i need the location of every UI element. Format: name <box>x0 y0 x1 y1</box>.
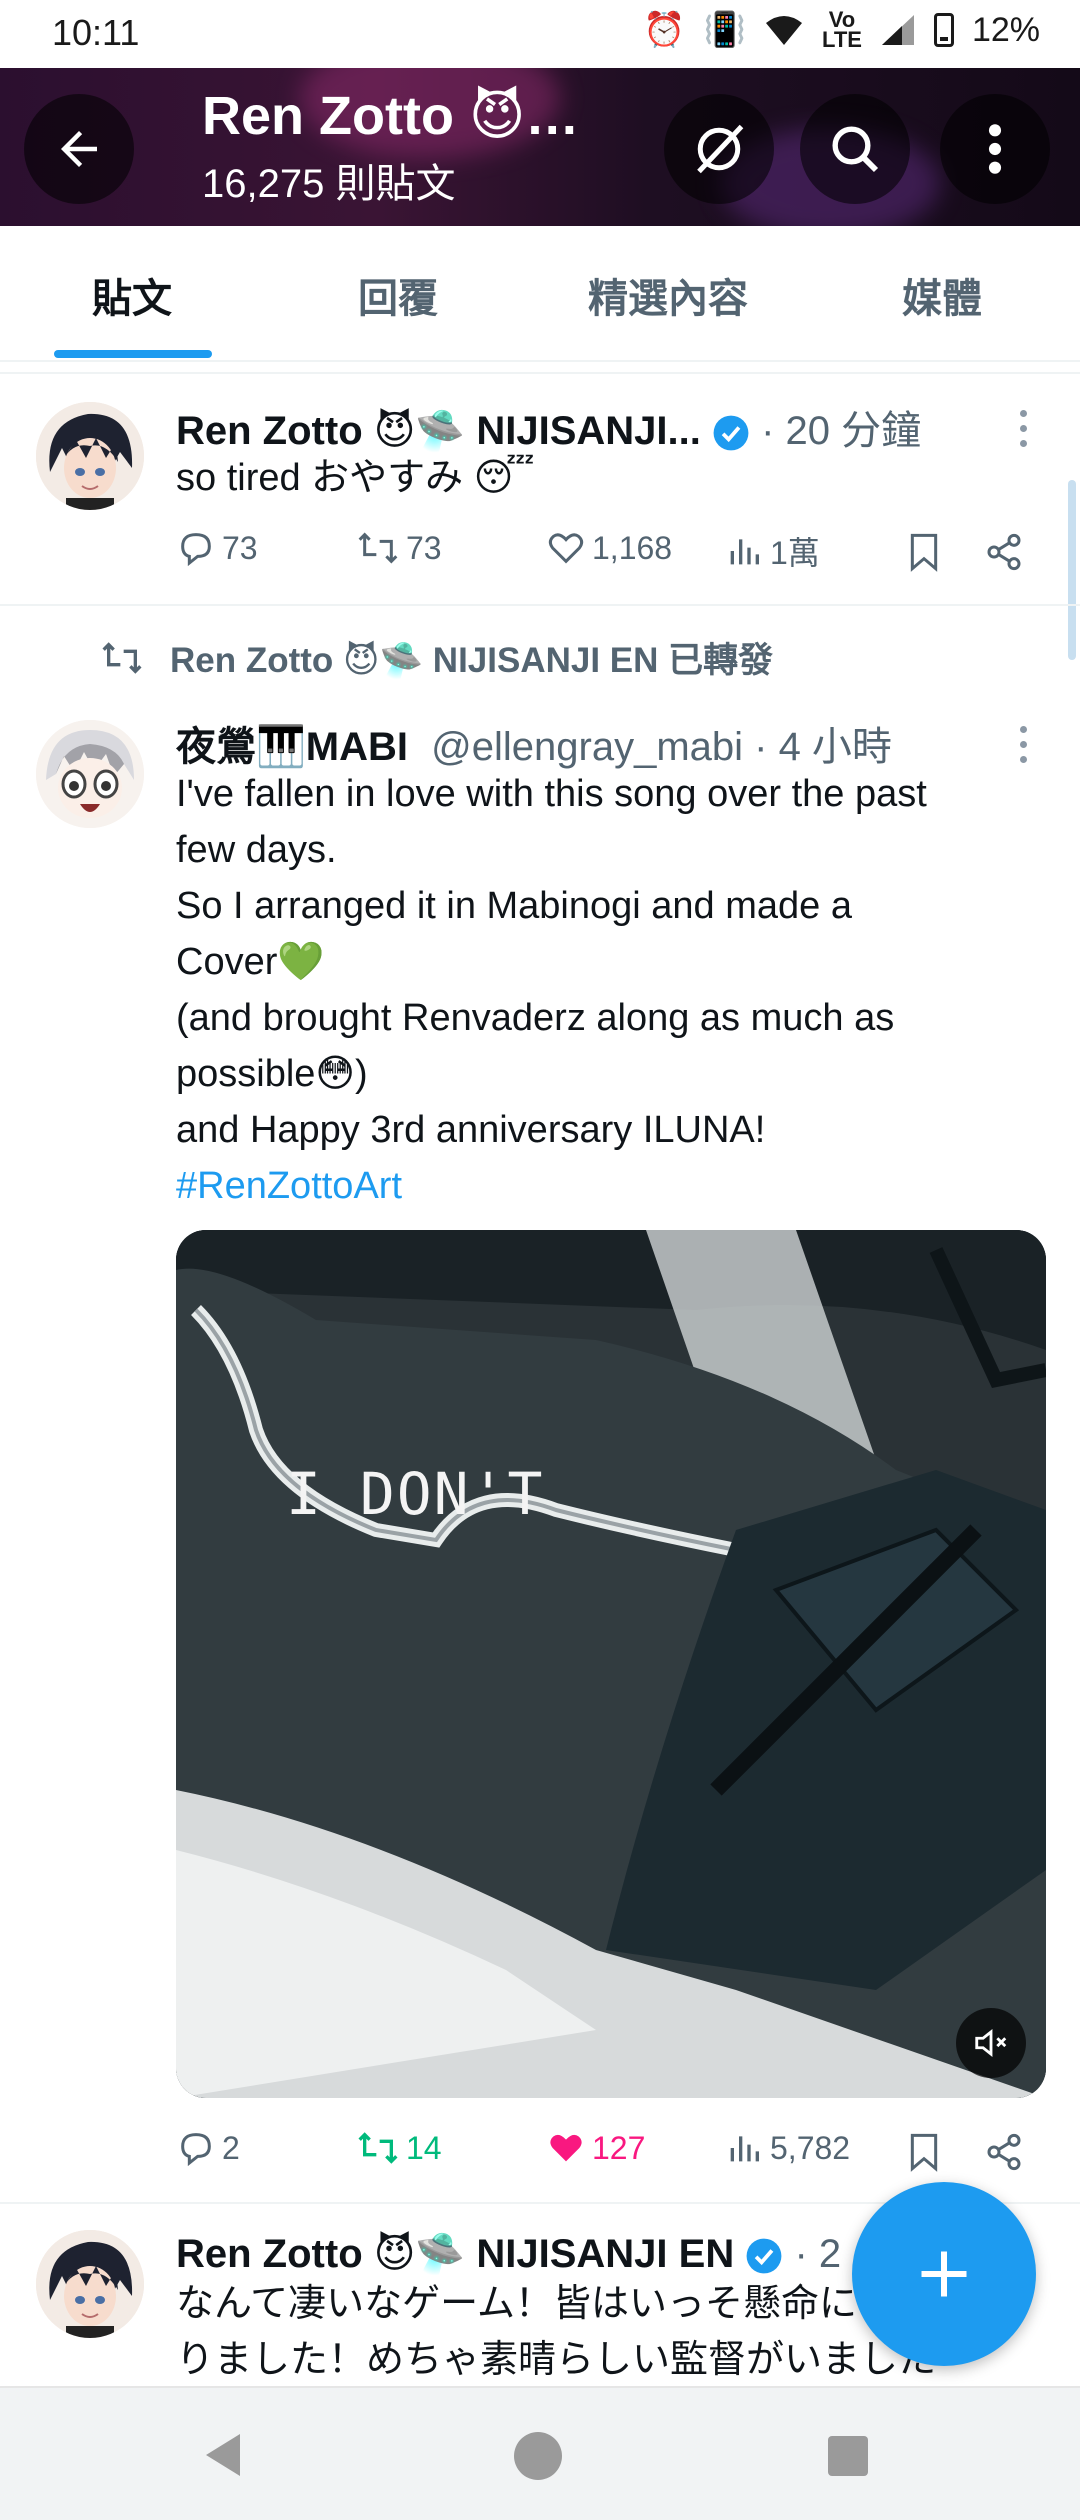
profile-header: Ren Zotto 😈… 16,275 則貼文 <box>0 68 1080 226</box>
like-button[interactable]: 1,168 <box>546 528 672 568</box>
plus-icon <box>921 2251 967 2297</box>
share-icon[interactable] <box>984 2132 1024 2172</box>
reply-count: 2 <box>222 2129 240 2166</box>
battery-icon <box>933 13 954 47</box>
mute-button[interactable] <box>956 2008 1026 2078</box>
video-frame <box>176 1230 1046 2098</box>
tweet-author-name[interactable]: Ren Zotto 😈🛸 NIJISANJI... <box>176 409 701 453</box>
tweet-text: so tired おやすみ 😴 <box>176 457 535 499</box>
views-button[interactable]: 1萬 <box>724 528 820 574</box>
views-button[interactable]: 5,782 <box>724 2128 850 2168</box>
retweet-button[interactable]: 14 <box>356 2128 442 2168</box>
heart-filled-icon <box>550 2134 582 2162</box>
grok-icon <box>697 124 744 174</box>
retweet-button[interactable]: 73 <box>356 528 442 568</box>
retweet-icon <box>358 532 398 564</box>
reply-count: 73 <box>222 529 258 566</box>
like-count: 127 <box>592 2129 646 2166</box>
bookmark-icon[interactable] <box>906 2132 942 2172</box>
avatar-ren-icon <box>36 2230 144 2338</box>
retweet-count: 73 <box>406 529 442 566</box>
tweet-timestamp: · 2 <box>794 2232 842 2276</box>
tweet-author-name[interactable]: 夜鶯🎹MABI <box>176 725 408 769</box>
signal-icon <box>881 15 914 45</box>
hashtag-link[interactable]: #RenZottoArt <box>176 1158 1046 1214</box>
reply-icon <box>181 533 211 567</box>
grok-button[interactable] <box>664 94 774 204</box>
avatar-mabi-icon <box>36 720 144 828</box>
volte-icon: Vo LTE <box>822 7 862 52</box>
avatar-ren-icon <box>36 402 144 510</box>
tab-posts[interactable]: 貼文 <box>92 266 172 324</box>
status-time: 10:11 <box>52 12 140 53</box>
retweet-banner-text: Ren Zotto 😈🛸 NIJISANJI EN 已轉發 <box>170 641 774 680</box>
tweet-timestamp: · 20 分鐘 <box>761 409 922 453</box>
avatar[interactable] <box>36 2230 144 2338</box>
retweet-icon <box>102 641 142 674</box>
nav-recents-icon[interactable] <box>826 2434 870 2478</box>
back-button[interactable] <box>24 94 134 204</box>
system-nav-bar <box>0 2386 1080 2520</box>
active-tab-indicator <box>54 350 212 358</box>
arrow-left-icon <box>61 131 97 167</box>
alarm-icon: ⏰ <box>643 11 686 49</box>
retweet-banner[interactable]: Ren Zotto 😈🛸 NIJISANJI EN 已轉發 <box>100 632 773 683</box>
compose-button[interactable] <box>852 2182 1036 2366</box>
analytics-icon <box>730 2136 759 2162</box>
volume-mute-icon <box>975 2028 1007 2058</box>
profile-tabs: 貼文 回覆 精選內容 媒體 <box>0 226 1080 362</box>
more-options-button[interactable] <box>940 94 1050 204</box>
video-caption: I DON'T <box>286 1460 545 1528</box>
tab-media[interactable]: 媒體 <box>902 266 982 324</box>
retweet-count: 14 <box>406 2129 442 2166</box>
tweet-text: I've fallen in love with this song over … <box>176 766 1046 1214</box>
tweet-more-button[interactable] <box>1016 726 1030 763</box>
tweet-author-name[interactable]: Ren Zotto 😈🛸 NIJISANJI EN <box>176 2232 734 2276</box>
search-icon <box>832 126 879 173</box>
tweet-actions: 2 14 127 5,782 <box>176 2128 1036 2178</box>
post-count: 16,275 則貼文 <box>202 162 456 206</box>
battery-level: 12% <box>971 10 1040 49</box>
tab-replies[interactable]: 回覆 <box>358 266 438 324</box>
tweet-actions: 73 73 1,168 1萬 <box>176 528 1036 578</box>
verified-icon <box>713 416 749 451</box>
tweet-more-button[interactable] <box>1016 410 1030 447</box>
reply-icon <box>181 2133 211 2167</box>
avatar[interactable] <box>36 720 144 828</box>
like-button[interactable]: 127 <box>546 2128 645 2168</box>
retweet-icon <box>358 2132 398 2164</box>
wifi-icon <box>766 16 803 45</box>
like-count: 1,168 <box>592 529 673 566</box>
header-title: Ren Zotto 😈… <box>202 86 580 146</box>
more-vertical-icon <box>988 124 1002 174</box>
share-icon[interactable] <box>984 532 1024 572</box>
vibrate-icon: 📳 <box>703 11 747 49</box>
analytics-icon <box>730 539 759 565</box>
avatar[interactable] <box>36 402 144 510</box>
tab-highlights[interactable]: 精選內容 <box>588 266 748 324</box>
reply-button[interactable]: 73 <box>176 528 258 568</box>
verified-icon <box>746 2239 782 2274</box>
nav-home-icon[interactable] <box>512 2430 564 2482</box>
tweet-video[interactable]: I DON'T <box>176 1230 1046 2098</box>
tweet-handle-timestamp: @ellengray_mabi · 4 小時 <box>431 725 892 769</box>
reply-button[interactable]: 2 <box>176 2128 240 2168</box>
search-button[interactable] <box>800 94 910 204</box>
bookmark-icon[interactable] <box>906 532 942 572</box>
view-count: 5,782 <box>770 2129 851 2166</box>
view-count: 1萬 <box>770 535 820 571</box>
status-bar: 10:11 ⏰ 📳 Vo LTE 12% <box>0 0 1080 68</box>
nav-back-icon[interactable] <box>200 2430 244 2480</box>
heart-icon <box>548 533 584 564</box>
